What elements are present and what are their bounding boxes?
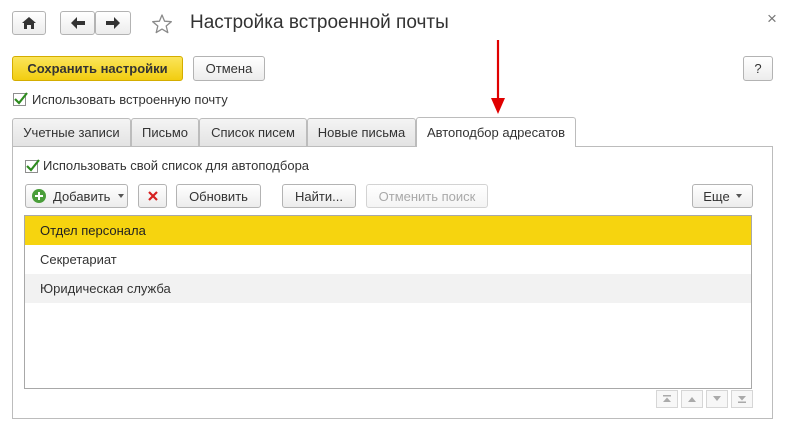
close-icon[interactable]: × <box>767 9 777 29</box>
back-arrow-icon <box>71 17 85 29</box>
delete-button[interactable] <box>138 184 167 208</box>
scroll-top-button[interactable] <box>656 390 678 408</box>
tab-letter-list[interactable]: Список писем <box>199 118 307 146</box>
use-builtin-mail-checkbox[interactable] <box>13 92 28 106</box>
scroll-bottom-icon <box>738 396 746 403</box>
list-item-label: Секретариат <box>40 252 117 267</box>
find-button[interactable]: Найти... <box>282 184 356 208</box>
forward-button[interactable] <box>95 11 131 35</box>
scroll-top-icon <box>663 395 671 402</box>
checkmark-icon <box>14 92 28 105</box>
checkmark-icon <box>26 159 40 172</box>
window-title: Настройка встроенной почты <box>190 12 449 33</box>
use-own-list-checkbox[interactable] <box>25 159 40 173</box>
scroll-down-button[interactable] <box>706 390 728 408</box>
tab-accounts[interactable]: Учетные записи <box>12 118 131 146</box>
dropdown-caret-icon <box>118 194 125 198</box>
list-item-label: Юридическая служба <box>40 281 171 296</box>
cancel-search-button[interactable]: Отменить поиск <box>366 184 488 208</box>
refresh-button[interactable]: Обновить <box>176 184 261 208</box>
save-settings-button[interactable]: Сохранить настройки <box>12 56 183 81</box>
tab-letter[interactable]: Письмо <box>131 118 199 146</box>
use-builtin-mail-label: Использовать встроенную почту <box>32 92 228 107</box>
list-item-label: Отдел персонала <box>40 223 146 238</box>
list-item[interactable]: Отдел персонала <box>25 216 751 245</box>
scroll-up-icon <box>688 397 696 402</box>
annotation-arrow <box>491 40 505 114</box>
forward-arrow-icon <box>106 17 120 29</box>
tab-new-letters[interactable]: Новые письма <box>307 118 416 146</box>
home-button[interactable] <box>12 11 46 35</box>
home-icon <box>22 17 36 29</box>
delete-x-icon <box>147 191 158 201</box>
scroll-up-button[interactable] <box>681 390 703 408</box>
star-icon[interactable] <box>151 13 173 35</box>
tab-autoselect-recipients[interactable]: Автоподбор адресатов <box>416 117 576 147</box>
back-button[interactable] <box>60 11 95 35</box>
use-own-list-label: Использовать свой список для автоподбора <box>43 158 310 173</box>
dropdown-caret-icon <box>735 194 742 198</box>
add-button-label: Добавить <box>53 188 111 204</box>
cancel-button[interactable]: Отмена <box>193 56 265 81</box>
help-button[interactable]: ? <box>743 56 773 81</box>
scroll-down-icon <box>713 396 721 401</box>
list-item[interactable]: Юридическая служба <box>25 274 751 303</box>
add-button[interactable]: Добавить <box>25 184 128 208</box>
more-button-label: Еще <box>703 188 730 204</box>
more-button[interactable]: Еще <box>692 184 753 208</box>
list-item[interactable]: Секретариат <box>25 245 751 274</box>
add-circle-icon <box>32 189 46 203</box>
scroll-bottom-button[interactable] <box>731 390 753 408</box>
